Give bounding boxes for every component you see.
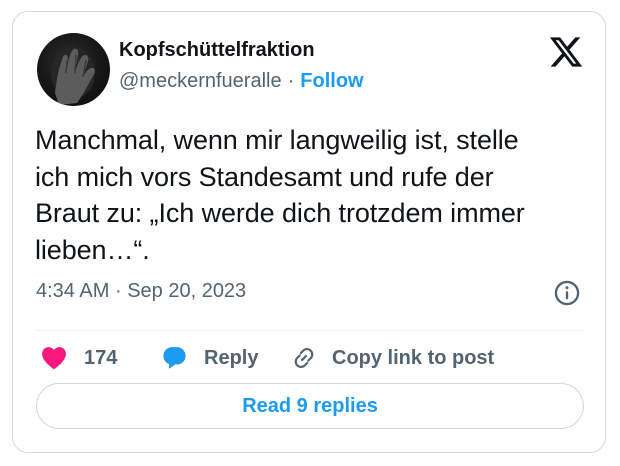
handle-separator: · (287, 70, 295, 92)
link-icon (294, 348, 314, 368)
divider (35, 330, 585, 331)
copy-link-button[interactable]: Copy link to post (291, 338, 494, 378)
read-replies-label: Read 9 replies (242, 394, 378, 417)
reply-label: Reply (204, 346, 259, 369)
heart-icon (42, 347, 66, 370)
timestamp-separator: · (114, 280, 122, 302)
author-display-name[interactable]: Kopfschüttelfraktion (119, 39, 315, 62)
read-replies-button[interactable]: Read 9 replies (36, 383, 584, 429)
follow-button[interactable]: Follow (300, 70, 363, 92)
x-logo-icon[interactable] (547, 34, 585, 70)
like-count: 174 (84, 346, 118, 369)
copy-link-label: Copy link to post (332, 346, 495, 369)
action-bar: 174 Reply Copy link to post (13, 338, 607, 378)
info-icon[interactable] (553, 279, 581, 307)
tweet-timestamp[interactable]: 4:34 AM · Sep 20, 2023 (36, 280, 246, 303)
speech-bubble-icon (163, 347, 186, 369)
avatar[interactable] (37, 33, 110, 106)
like-button[interactable]: 174 (41, 338, 117, 378)
hand-over-face-avatar-icon (51, 47, 95, 105)
author-handle-row: @meckernfueralle · Follow (119, 70, 364, 93)
author-handle[interactable]: @meckernfueralle (119, 70, 282, 92)
reply-button[interactable]: Reply (161, 338, 258, 378)
tweet-date: Sep 20, 2023 (127, 280, 247, 302)
tweet-card: Kopfschüttelfraktion @meckernfueralle · Fo… (12, 11, 606, 453)
tweet-text: Manchmal, wenn mir langweilig ist, stell… (35, 125, 525, 265)
tweet-time: 4:34 AM (36, 280, 110, 302)
